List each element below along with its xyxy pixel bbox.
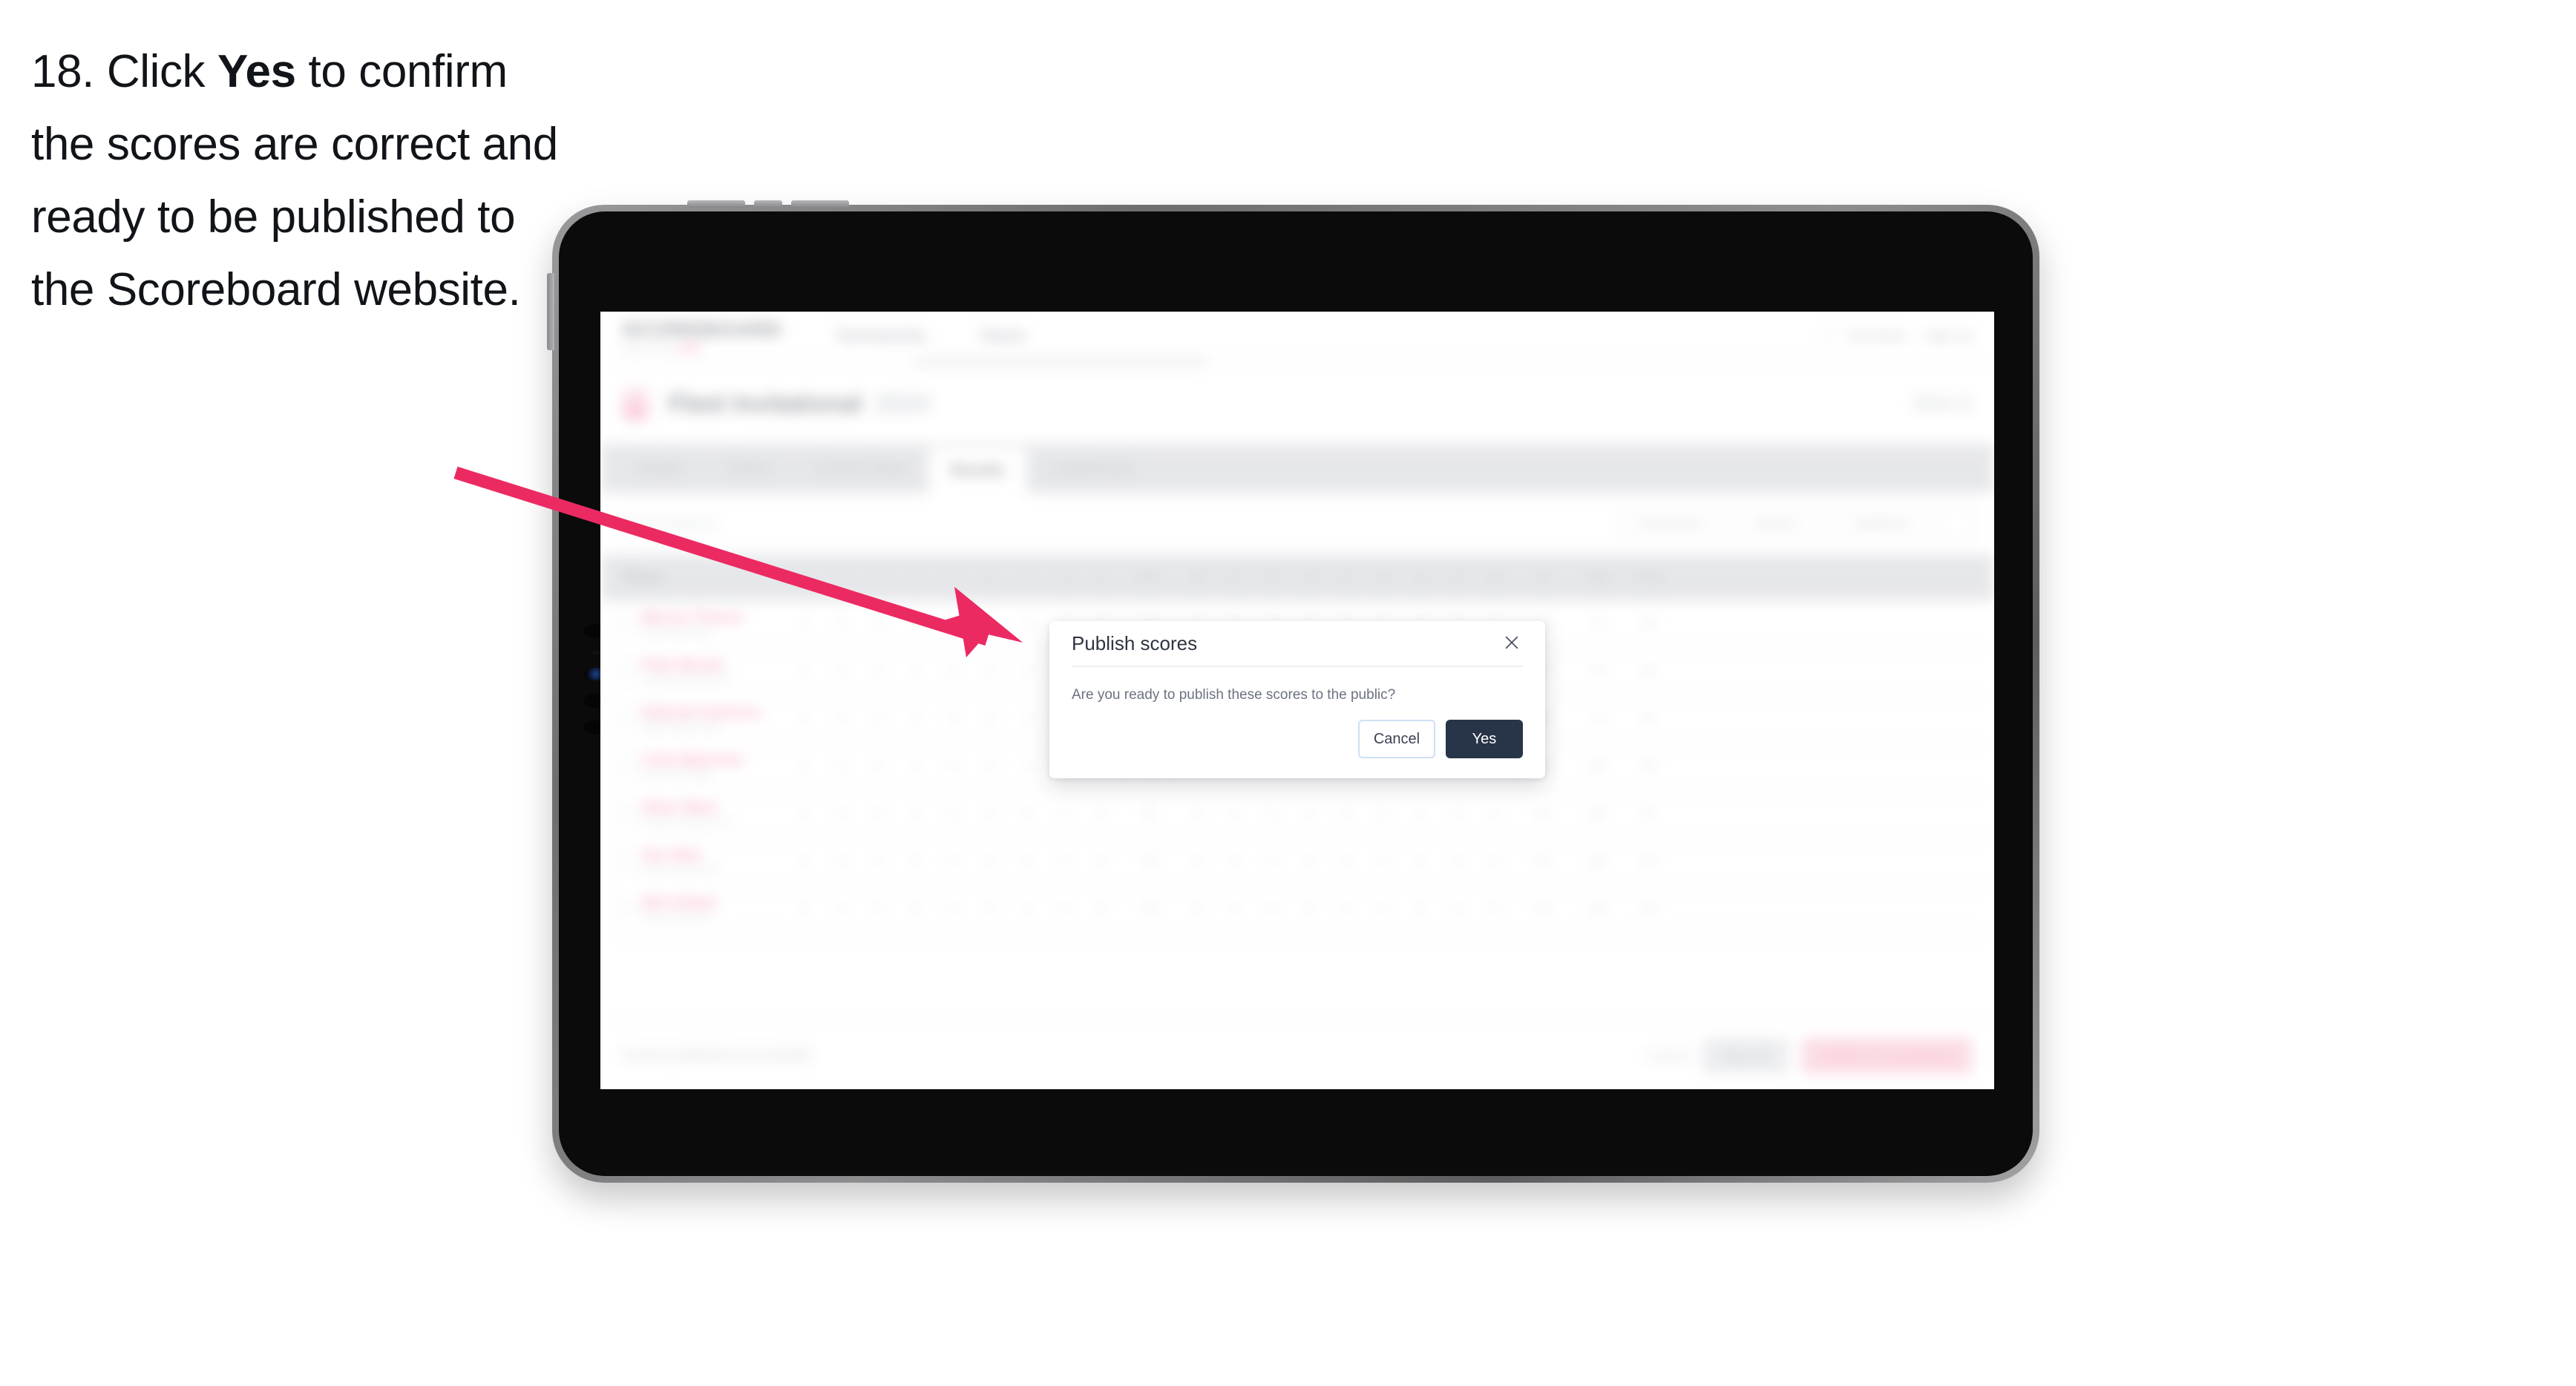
- step-number: 18.: [31, 46, 94, 97]
- tablet-device: SCOREBOARD powered by NFM Tournaments Te…: [547, 200, 2039, 1183]
- caption-before-bold: Click: [94, 46, 217, 97]
- tablet-screen: SCOREBOARD powered by NFM Tournaments Te…: [600, 312, 1994, 1089]
- volume-rocker-button[interactable]: [547, 273, 554, 350]
- publish-scores-dialog: Publish scores Are you ready to publish …: [1049, 621, 1545, 778]
- microphone-icon: [592, 651, 600, 654]
- speaker-port: [791, 200, 849, 208]
- tablet-body: SCOREBOARD powered by NFM Tournaments Te…: [559, 211, 2033, 1176]
- power-button[interactable]: [687, 200, 745, 208]
- dialog-title: Publish scores: [1072, 631, 1198, 654]
- slide-root: 18. Click Yes to confirm the scores are …: [0, 0, 2576, 1386]
- dialog-header: Publish scores: [1072, 621, 1523, 667]
- dialog-footer: Cancel Yes: [1358, 720, 1523, 758]
- cancel-button[interactable]: Cancel: [1358, 720, 1435, 758]
- caption-bold-yes: Yes: [217, 46, 296, 97]
- instruction-caption: 18. Click Yes to confirm the scores are …: [31, 36, 566, 326]
- mic-port: [754, 200, 782, 208]
- modal-layer: Publish scores Are you ready to publish …: [600, 312, 1994, 1089]
- dialog-message: Are you ready to publish these scores to…: [1072, 687, 1396, 703]
- close-icon[interactable]: [1501, 631, 1523, 654]
- yes-button[interactable]: Yes: [1446, 720, 1523, 758]
